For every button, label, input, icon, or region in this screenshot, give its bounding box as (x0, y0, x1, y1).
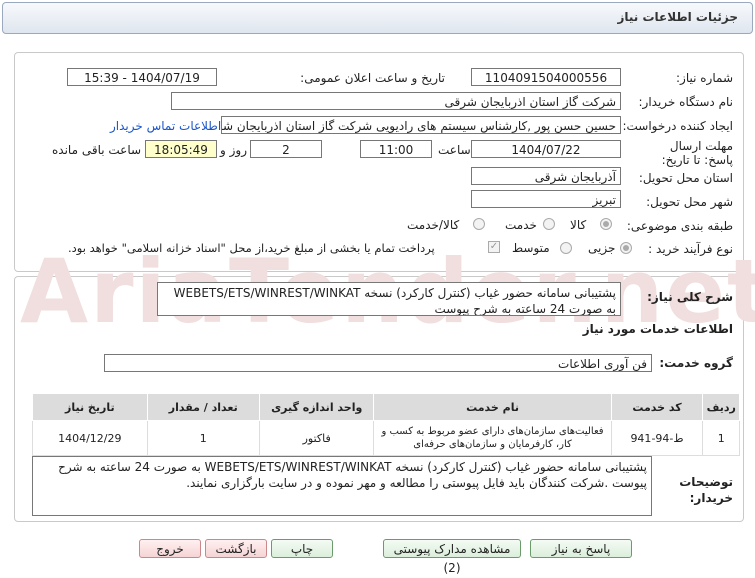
need-number-label: شماره نیاز: (676, 71, 733, 85)
cell-quantity: 1 (146, 420, 260, 456)
category-radio-service[interactable] (543, 218, 555, 230)
payment-note: پرداخت تمام یا بخشی از مبلغ خرید،از محل … (68, 241, 435, 255)
creator-field: حسین حسن پور ,کارشناس سیستم های رادیویی … (221, 116, 621, 134)
services-section-title: اطلاعات خدمات مورد نیاز (582, 322, 733, 336)
cell-unit: فاکتور (258, 420, 375, 456)
service-group-field: فن آوری اطلاعات (104, 354, 652, 372)
remaining-time-field: 18:05:49 (145, 140, 217, 158)
remaining-label: ساعت باقی مانده (52, 143, 142, 157)
category-radio-goods-service[interactable] (473, 218, 485, 230)
summary-textarea: پشتیبانی سامانه حضور غیاب (کنترل کارکرد)… (157, 282, 621, 316)
buyer-notes-textarea: پشتیبانی سامانه حضور غیاب (کنترل کارکرد)… (32, 456, 652, 516)
print-button[interactable]: چاپ (271, 539, 333, 558)
col-row-number: ردیف (702, 393, 740, 421)
deadline-date-field: 1404/07/22 (471, 140, 621, 158)
cell-service-name: فعالیت‌های سازمان‌های دارای عضو مربوط به… (373, 420, 612, 456)
buyer-org-label: نام دستگاه خریدار: (638, 95, 734, 109)
treasury-checkbox[interactable]: ✓ (488, 241, 500, 253)
service-group-label: گروه خدمت: (659, 356, 733, 370)
page-title: جزئیات اطلاعات نیاز (617, 10, 738, 24)
process-radio-medium[interactable] (560, 242, 572, 254)
title-bar: جزئیات اطلاعات نیاز (2, 2, 753, 34)
city-field: تبریز (471, 190, 621, 208)
exit-button[interactable]: خروج (139, 539, 201, 558)
services-table: ردیف کد خدمت نام خدمت واحد اندازه گیری ت… (32, 393, 740, 456)
category-option-goods: کالا (570, 218, 587, 232)
back-button[interactable]: بازگشت (205, 539, 267, 558)
col-need-date: تاریخ نیاز (32, 393, 148, 421)
category-label: طبقه بندی موضوعی: (626, 219, 733, 233)
city-label: شهر محل تحویل: (646, 195, 733, 209)
days-label: روز و (220, 143, 247, 157)
table-row: 1 ط-94-941 فعالیت‌های سازمان‌های دارای ع… (32, 420, 740, 456)
announce-datetime-field: 1404/07/19 - 15:39 (67, 68, 217, 86)
col-service-name: نام خدمت (373, 393, 612, 421)
province-label: استان محل تحویل: (638, 171, 733, 185)
creator-label: ایجاد کننده درخواست: (622, 119, 733, 133)
buyer-notes-label: توضیحات خریدار: (679, 475, 733, 505)
days-field: 2 (250, 140, 322, 158)
process-option-medium: متوسط (512, 241, 550, 255)
announce-label: تاریخ و ساعت اعلان عمومی: (300, 71, 445, 85)
cell-row-number: 1 (702, 420, 740, 456)
attachments-button[interactable]: مشاهده مدارک پیوستی (2) (383, 539, 521, 575)
province-field: آذربایجان شرقی (471, 167, 621, 185)
reply-button[interactable]: پاسخ به نیاز (530, 539, 632, 558)
contact-buyer-link[interactable]: اطلاعات تماس خریدار (110, 119, 221, 133)
services-table-header: ردیف کد خدمت نام خدمت واحد اندازه گیری ت… (32, 393, 740, 421)
process-option-minor: جزیی (588, 241, 616, 255)
process-label: نوع فرآیند خرید : (648, 242, 733, 256)
col-unit: واحد اندازه گیری (258, 393, 375, 421)
deadline-time-field: 11:00 (360, 140, 432, 158)
cell-need-date: 1404/12/29 (32, 420, 148, 456)
buyer-org-field: شرکت گاز استان اذربایجان شرقی (171, 92, 621, 110)
deadline-time-label: ساعت (438, 143, 471, 157)
need-number-field: 1104091504000556 (471, 68, 621, 86)
deadline-label: مهلت ارسال پاسخ: تا تاریخ: (661, 139, 733, 167)
category-option-goods-service: کالا/خدمت (407, 218, 460, 232)
col-service-code: کد خدمت (610, 393, 704, 421)
summary-label: شرح کلی نیاز: (647, 290, 733, 304)
process-radio-minor[interactable] (620, 242, 632, 254)
col-quantity: تعداد / مقدار (146, 393, 260, 421)
category-radio-goods[interactable] (600, 218, 612, 230)
cell-service-code: ط-94-941 (610, 420, 704, 456)
category-option-service: خدمت (505, 218, 537, 232)
